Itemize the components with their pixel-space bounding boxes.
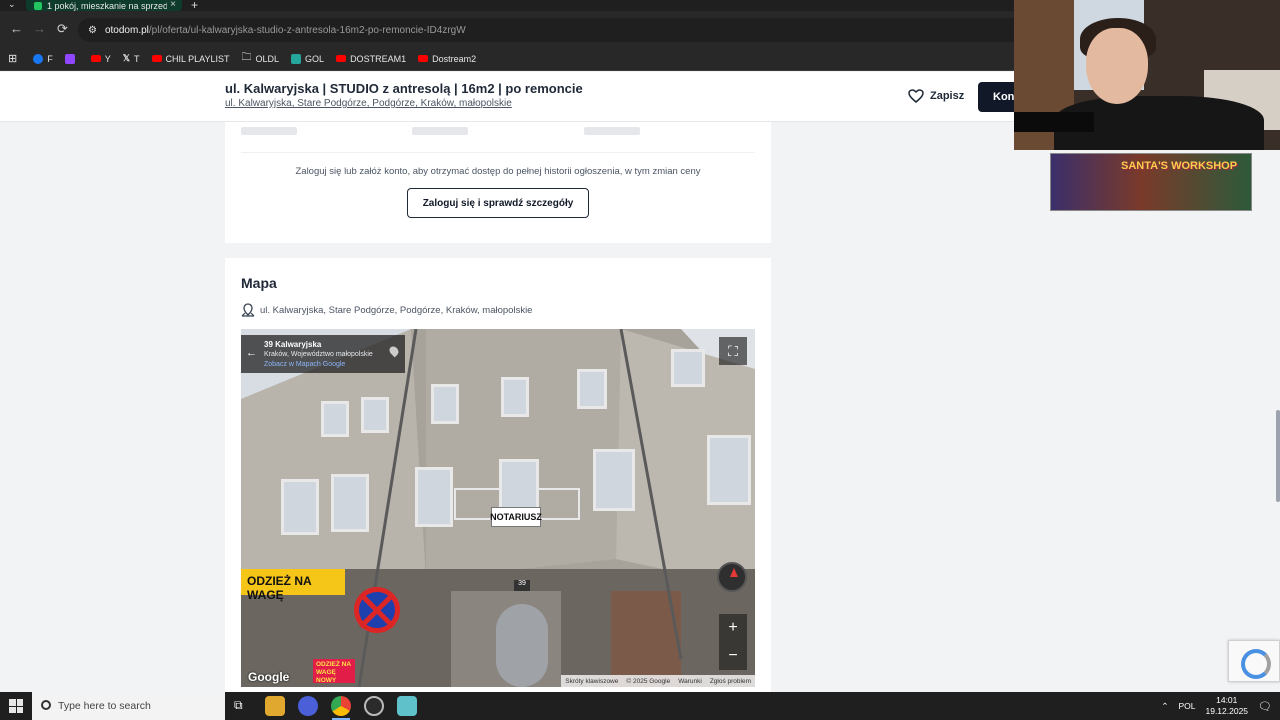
zoom-in-icon[interactable]: +	[728, 619, 737, 637]
clock-date: 19.12.2025	[1205, 706, 1249, 716]
login-note: Zaloguj się lub załóż konto, aby otrzyma…	[295, 166, 701, 177]
house-number: 39	[514, 580, 530, 591]
window	[361, 397, 389, 433]
url-path: /pl/oferta/ul-kalwaryjska-studio-z-antre…	[148, 24, 466, 36]
tab-title: 1 pokój, mieszkanie na sprzedaż	[47, 0, 167, 11]
microphone-arm	[1014, 112, 1094, 132]
zoom-controls: + −	[719, 614, 747, 670]
history-card: Zaloguj się lub załóż konto, aby otrzyma…	[225, 122, 771, 243]
login-details-button[interactable]: Zaloguj się i sprawdź szczegóły	[407, 188, 589, 218]
bookmark-x[interactable]: 𝕏T	[123, 53, 140, 64]
task-view-icon[interactable]: ⧉	[234, 698, 243, 713]
tab-search-icon[interactable]: ⌄	[8, 0, 16, 10]
search-icon	[41, 700, 51, 710]
language-indicator[interactable]: POL	[1178, 701, 1195, 711]
notifications-icon[interactable]: 🗨	[1258, 700, 1272, 713]
save-button[interactable]: Zapisz	[908, 89, 964, 103]
compass-icon[interactable]	[717, 562, 747, 592]
copyright-text: © 2025 Google	[626, 677, 671, 685]
obs-icon[interactable]	[364, 696, 384, 716]
map-footer: Skróty klawiszowe © 2025 Google Warunki …	[561, 675, 755, 687]
bookmark-twitch[interactable]	[64, 53, 79, 64]
map-title: Mapa	[241, 275, 277, 291]
reload-icon[interactable]: ⟳	[57, 21, 68, 37]
fullscreen-icon[interactable]: ⛶	[719, 337, 747, 365]
url-host: otodom.pl	[104, 24, 149, 36]
google-logo: Google	[248, 670, 290, 684]
window	[501, 377, 529, 417]
taskbar-search-placeholder: Type here to search	[58, 700, 151, 712]
skeleton-placeholder	[584, 127, 640, 135]
window	[707, 435, 751, 505]
bookmark-chil-playlist[interactable]: CHIL PLAYLIST	[151, 54, 230, 64]
zoom-out-icon[interactable]: −	[728, 647, 737, 665]
window	[431, 384, 459, 424]
bookmark-youtube[interactable]: Y	[90, 54, 111, 64]
game-thumbnail: SANTA'S WORKSHOP	[1050, 153, 1252, 211]
browser-tab[interactable]: 1 pokój, mieszkanie na sprzedaż ×	[26, 0, 182, 11]
clock[interactable]: 14:01 19.12.2025	[1205, 695, 1248, 717]
tab-close-icon[interactable]: ×	[170, 0, 176, 10]
map-address-text: ul. Kalwaryjska, Stare Podgórze, Podgórz…	[260, 304, 533, 316]
report-problem-link[interactable]: Zgłoś problem	[710, 678, 751, 685]
windows-taskbar: Type here to search ⧉ ⌃ POL 14:01 19.12.…	[0, 692, 1280, 720]
window	[577, 369, 607, 409]
apps-grid-icon[interactable]: ⊞	[8, 52, 17, 65]
back-arrow-icon[interactable]: ←	[246, 347, 257, 359]
place-region: Kraków, Województwo małopolskie	[264, 351, 373, 358]
system-tray: ⌃ POL 14:01 19.12.2025 🗨	[1161, 692, 1280, 720]
skeleton-placeholder	[412, 127, 468, 135]
listing-title: ul. Kalwaryjska | STUDIO z antresolą | 1…	[225, 81, 583, 96]
window	[281, 479, 319, 535]
open-in-google-maps-link[interactable]: Zobacz w Mapach Google	[264, 361, 345, 368]
save-label: Zapisz	[930, 90, 965, 102]
tray-chevron-icon[interactable]: ⌃	[1161, 701, 1168, 712]
terms-link[interactable]: Warunki	[678, 678, 702, 685]
skeleton-placeholder	[241, 127, 297, 135]
place-name: 39 Kalwaryjska	[264, 340, 322, 349]
map-pin-icon	[241, 303, 255, 317]
window	[415, 467, 453, 527]
page-scrollbar[interactable]	[1276, 410, 1280, 502]
site-info-icon[interactable]: ⚙	[88, 25, 97, 36]
bookmark-gol[interactable]: GOL	[291, 53, 324, 64]
game-title: SANTA'S WORKSHOP	[1121, 160, 1238, 172]
webcam-person-face	[1086, 28, 1148, 104]
windows-start-icon[interactable]	[9, 699, 23, 713]
folder-icon: 🗀	[241, 52, 252, 63]
window	[593, 449, 635, 511]
heart-icon	[908, 89, 924, 103]
divider	[241, 152, 755, 153]
map-address: ul. Kalwaryjska, Stare Podgórze, Podgórz…	[241, 303, 532, 317]
bookmark-folder-oldl[interactable]: 🗀 OLDL	[242, 50, 280, 67]
bookmark-facebook[interactable]: F	[33, 53, 53, 64]
app-icon[interactable]	[397, 696, 417, 716]
keyboard-shortcuts-link[interactable]: Skróty klawiszowe	[565, 678, 618, 685]
pin-icon	[387, 344, 401, 358]
shop-sign: ODZIEŻ NA WAGĘ	[241, 569, 345, 602]
otodom-favicon	[34, 1, 42, 10]
webcam-overlay	[1014, 0, 1280, 150]
no-stopping-sign	[354, 587, 400, 633]
bookmark-dostream1[interactable]: DOSTREAM1	[336, 54, 406, 64]
recaptcha-badge[interactable]	[1228, 640, 1280, 682]
forward-icon[interactable]: →	[33, 21, 46, 36]
window	[331, 474, 369, 532]
file-explorer-icon[interactable]	[265, 696, 285, 716]
street-view-info-panel: ← 39 Kalwaryjska Kraków, Województwo mał…	[241, 335, 405, 373]
window	[671, 349, 705, 387]
notary-sign: NOTARIUSZ	[490, 507, 542, 527]
chrome-icon[interactable]	[331, 696, 351, 716]
back-icon[interactable]: ←	[10, 21, 23, 36]
discord-icon[interactable]	[298, 696, 318, 716]
window	[321, 401, 349, 437]
clock-time: 14:01	[1216, 695, 1238, 705]
street-view[interactable]: ODZIEŻ NA WAGĘ NOTARIUSZ 39 ODZIEŻ NA WA…	[241, 329, 755, 687]
map-card: Mapa ul. Kalwaryjska, Stare Podgórze, Po…	[225, 258, 771, 692]
taskbar-search-input[interactable]: Type here to search	[32, 692, 225, 720]
bookmark-dostream2[interactable]: Dostream2	[418, 54, 476, 64]
listing-address-link[interactable]: ul. Kalwaryjska, Stare Podgórze, Podgórz…	[225, 98, 512, 109]
sale-sign: ODZIEŻ NA WAGĘ NOWY	[313, 659, 355, 684]
